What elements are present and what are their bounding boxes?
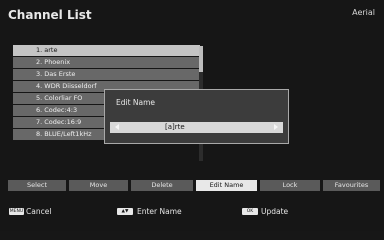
update-hint: Update <box>261 207 289 216</box>
up-down-arrows-key-icon: ▲▼ <box>117 208 133 215</box>
lock-button[interactable]: Lock <box>260 180 320 191</box>
channel-name: 6. Codec:4:3 <box>36 106 78 114</box>
edit-name-dialog: Edit Name [a]rte <box>104 89 289 144</box>
channel-name: 3. Das Erste <box>36 70 76 78</box>
edit-name-button[interactable]: Edit Name <box>196 180 257 191</box>
channel-name: 8. BLUE/Left1kHz <box>36 130 92 138</box>
source-label: Aerial <box>352 8 375 17</box>
channel-name-value: [a]rte <box>165 123 185 131</box>
channel-name: 5. Colorliar FO <box>36 94 83 102</box>
page-title: Channel List <box>8 8 92 22</box>
channel-row[interactable]: 1. arte <box>13 45 200 56</box>
scrollbar-thumb[interactable] <box>199 46 203 72</box>
ok-key-icon: OK <box>242 208 258 215</box>
dialog-title: Edit Name <box>116 98 156 107</box>
key-hints: MENU Cancel ▲▼ Enter Name OK Update <box>0 205 384 219</box>
channel-name: 7. Codec:16:9 <box>36 118 82 126</box>
arrow-right-icon[interactable] <box>274 124 278 130</box>
channel-name-input[interactable]: [a]rte <box>110 122 283 133</box>
move-button[interactable]: Move <box>69 180 128 191</box>
menu-key-icon: MENU <box>9 208 24 215</box>
delete-button[interactable]: Delete <box>131 180 193 191</box>
channel-row[interactable]: 3. Das Erste <box>13 69 200 80</box>
favourites-button[interactable]: Favourites <box>323 180 380 191</box>
channel-name: 1. arte <box>36 46 58 54</box>
select-button[interactable]: Select <box>8 180 66 191</box>
channel-name: 4. WDR Diisseldorf <box>36 82 97 90</box>
cancel-hint: Cancel <box>26 207 52 216</box>
channel-row[interactable]: 2. Phoenix <box>13 57 200 68</box>
tv-screen: Channel List Aerial 1. arte 2. Phoenix 3… <box>0 0 384 231</box>
channel-name: 2. Phoenix <box>36 58 71 66</box>
function-bar: Select Move Delete Edit Name Lock Favour… <box>8 180 380 191</box>
arrow-left-icon[interactable] <box>115 124 119 130</box>
enter-name-hint: Enter Name <box>137 207 182 216</box>
